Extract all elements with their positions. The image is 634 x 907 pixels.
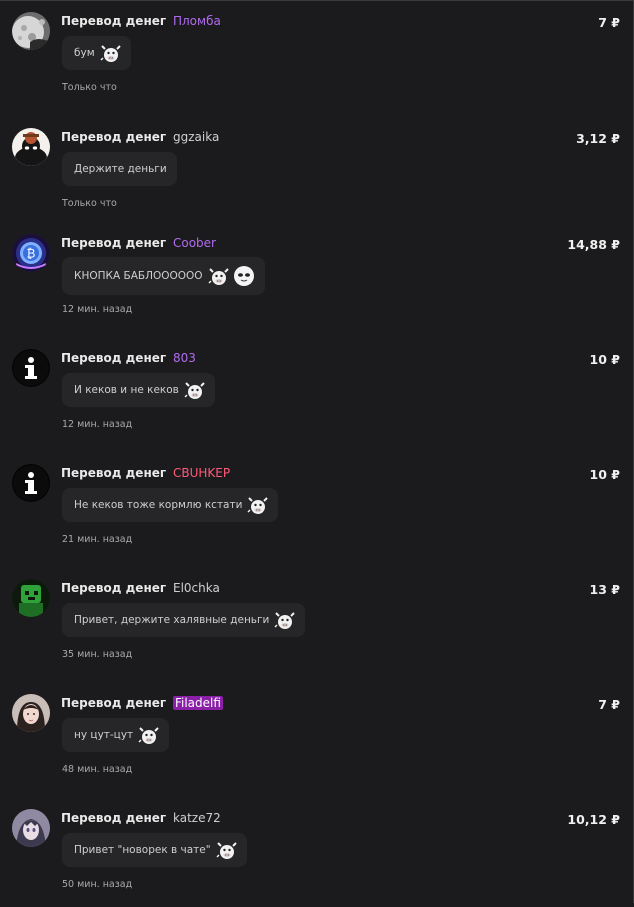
- transfer-label: Перевод денег: [61, 130, 167, 144]
- donation-amount: 10 ₽: [589, 467, 620, 482]
- donation-item: ₿ Перевод денег Coober 14,88 ₽ КНОПКА БА…: [0, 222, 634, 332]
- bull-sticker: [246, 494, 269, 516]
- message-text: Держите деньги: [74, 163, 167, 175]
- girl-avatar[interactable]: [12, 694, 50, 732]
- timestamp: 50 мин. назад: [62, 879, 133, 890]
- transfer-label: Перевод денег: [61, 236, 167, 250]
- username-link[interactable]: katze72: [173, 811, 221, 825]
- bull-sticker: [99, 42, 121, 64]
- donation-amount: 10 ₽: [589, 352, 620, 367]
- timestamp: 12 мин. назад: [62, 419, 133, 430]
- timestamp: Только что: [62, 82, 117, 93]
- donation-amount: 7 ₽: [598, 697, 620, 712]
- message-bubble: ну цут-цут: [62, 718, 170, 752]
- donation-title: Перевод денег ggzaika: [61, 130, 219, 144]
- donation-title: Перевод денег Пломба: [61, 14, 221, 28]
- donation-title: Перевод денег Filadelfi: [61, 696, 223, 710]
- bull-sticker: [207, 265, 229, 287]
- transfer-label: Перевод денег: [61, 351, 167, 365]
- message-text: Не кеков тоже кормлю кстати: [74, 499, 243, 511]
- username-link[interactable]: El0chka: [173, 581, 220, 595]
- donation-item: Перевод денег Пломба 7 ₽ бум Только что: [0, 0, 634, 110]
- timestamp: Только что: [62, 198, 117, 209]
- message-bubble: И кеков и не кеков: [62, 373, 215, 407]
- info-avatar[interactable]: [12, 349, 50, 387]
- donation-title: Перевод денег El0chka: [61, 581, 220, 595]
- donation-title: Перевод денег CBUHKEP: [61, 466, 230, 480]
- username-link[interactable]: 803: [173, 351, 196, 365]
- svg-text:₿: ₿: [27, 247, 36, 261]
- timestamp: 12 мин. назад: [62, 304, 133, 315]
- donation-title: Перевод денег Coober: [61, 236, 216, 250]
- timestamp: 35 мин. назад: [62, 649, 133, 660]
- timestamp: 21 мин. назад: [62, 534, 133, 545]
- donation-amount: 14,88 ₽: [567, 237, 620, 252]
- donation-item: Перевод денег ggzaika 3,12 ₽ Держите ден…: [0, 116, 634, 226]
- message-bubble: Держите деньги: [62, 152, 177, 186]
- moon-avatar[interactable]: [12, 12, 50, 50]
- message-bubble: Привет, держите халявные деньги: [62, 603, 306, 637]
- bull-sticker: [273, 609, 296, 631]
- anime-avatar[interactable]: [12, 809, 50, 847]
- donation-item: Перевод денег El0chka 13 ₽ Привет, держи…: [0, 567, 634, 677]
- username-link[interactable]: Coober: [173, 236, 216, 250]
- message-text: Привет "новорек в чате": [74, 844, 211, 856]
- donation-title: Перевод денег katze72: [61, 811, 221, 825]
- donation-amount: 13 ₽: [589, 582, 620, 597]
- donation-item: Перевод денег katze72 10,12 ₽ Привет "но…: [0, 797, 634, 907]
- message-text: И кеков и не кеков: [74, 384, 179, 396]
- crypto-coin-avatar[interactable]: ₿: [12, 234, 50, 272]
- message-bubble: бум: [62, 36, 131, 70]
- donation-item: Перевод денег Filadelfi 7 ₽ ну цут-цут 4…: [0, 682, 634, 792]
- donation-title: Перевод денег 803: [61, 351, 196, 365]
- donation-amount: 7 ₽: [598, 15, 620, 30]
- message-bubble: КНОПКА БАБЛОООООО: [62, 257, 265, 295]
- message-bubble: Не кеков тоже кормлю кстати: [62, 488, 279, 522]
- bull-sticker: [215, 839, 237, 861]
- username-link[interactable]: CBUHKEP: [173, 466, 230, 480]
- message-text: Привет, держите халявные деньги: [74, 614, 270, 626]
- donation-item: Перевод денег 803 10 ₽ И кеков и не кеко…: [0, 337, 634, 447]
- bull-sticker: [137, 724, 159, 746]
- username-link[interactable]: Filadelfi: [172, 696, 223, 710]
- message-bubble: Привет "новорек в чате": [62, 833, 247, 867]
- ghost-face-sticker: [233, 265, 255, 287]
- transfer-label: Перевод денег: [61, 696, 167, 710]
- bull-sticker: [183, 379, 205, 401]
- transfer-label: Перевод денег: [61, 14, 167, 28]
- transfer-label: Перевод денег: [61, 581, 167, 595]
- info-avatar[interactable]: [12, 464, 50, 502]
- transfer-label: Перевод денег: [61, 811, 167, 825]
- donation-item: Перевод денег CBUHKEP 10 ₽ Не кеков тоже…: [0, 452, 634, 562]
- username-link[interactable]: Пломба: [173, 14, 221, 28]
- donation-amount: 3,12 ₽: [576, 131, 620, 146]
- transfer-label: Перевод денег: [61, 466, 167, 480]
- donation-feed: Перевод денег Пломба 7 ₽ бум Только что …: [0, 0, 634, 903]
- timestamp: 48 мин. назад: [62, 764, 133, 775]
- message-text: ну цут-цут: [74, 729, 134, 741]
- message-text: КНОПКА БАБЛОООООО: [74, 270, 203, 282]
- coffee-person-avatar[interactable]: [12, 128, 50, 166]
- message-text: бум: [74, 47, 95, 59]
- donation-amount: 10,12 ₽: [567, 812, 620, 827]
- green-creature-avatar[interactable]: [12, 579, 50, 617]
- username-link[interactable]: ggzaika: [173, 130, 219, 144]
